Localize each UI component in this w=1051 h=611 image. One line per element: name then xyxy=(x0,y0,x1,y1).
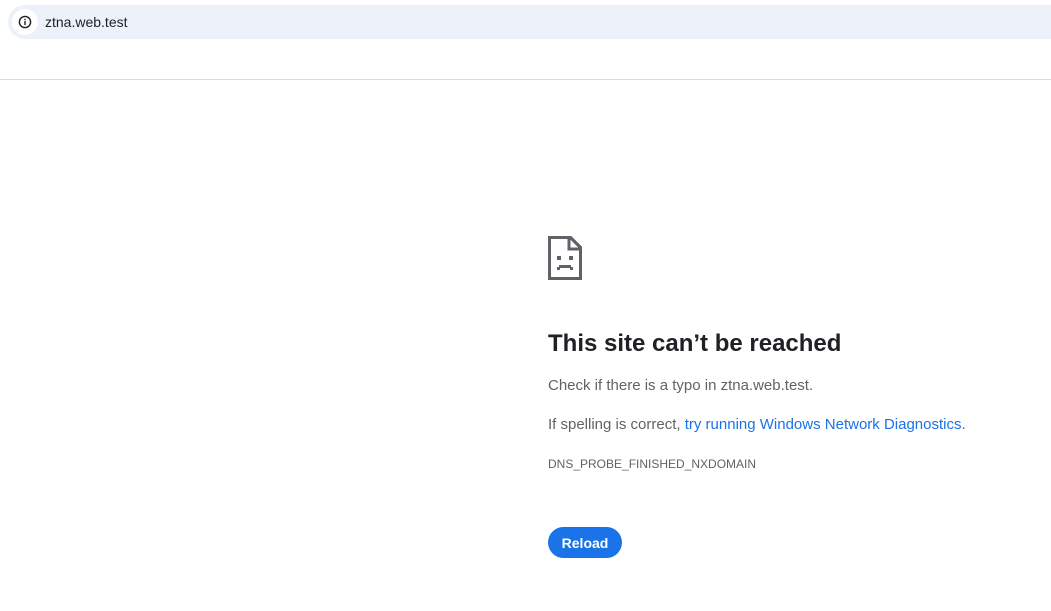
info-icon xyxy=(18,15,32,29)
reload-button[interactable]: Reload xyxy=(548,527,622,558)
error-page: This site can’t be reached Check if ther… xyxy=(548,236,1028,558)
diagnostics-suffix: . xyxy=(961,416,966,433)
diagnostics-hint: If spelling is correct, try running Wind… xyxy=(548,415,1028,435)
url-text[interactable]: ztna.web.test xyxy=(45,14,128,30)
error-heading: This site can’t be reached xyxy=(548,330,842,357)
error-code: DNS_PROBE_FINISHED_NXDOMAIN xyxy=(548,457,757,471)
sad-page-icon xyxy=(548,236,582,280)
omnibox[interactable]: ztna.web.test xyxy=(8,5,1051,39)
diagnostics-link[interactable]: try running Windows Network Diagnostics xyxy=(685,416,962,433)
diagnostics-prefix: If spelling is correct, xyxy=(548,416,685,433)
typo-hint: Check if there is a typo in ztna.web.tes… xyxy=(548,377,814,394)
toolbar: ztna.web.test xyxy=(0,0,1051,80)
site-info-button[interactable] xyxy=(12,9,38,35)
